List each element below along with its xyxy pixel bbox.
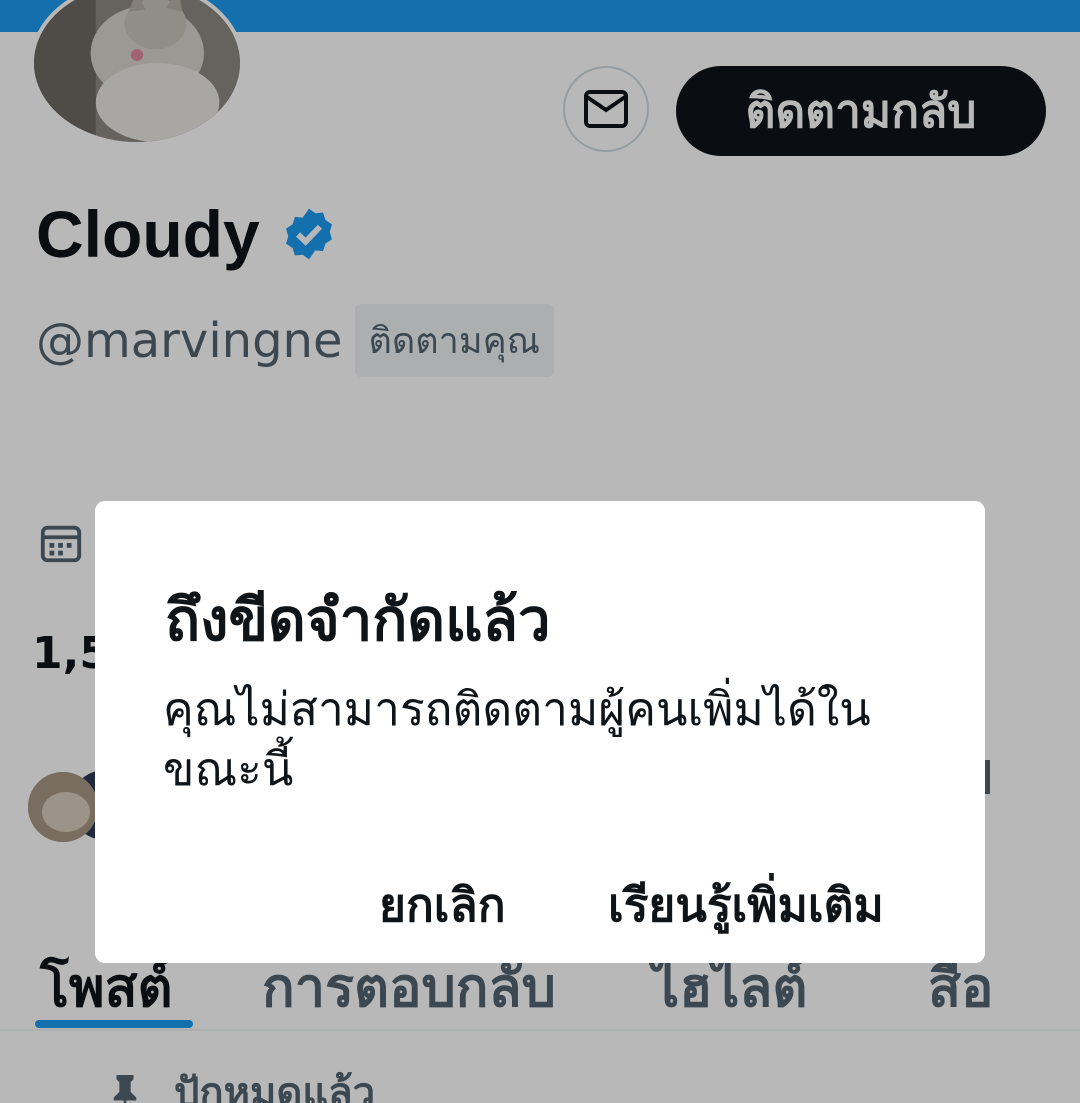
dialog-message: คุณไม่สามารถติดตามผู้คนเพิ่มได้ในขณะนี้ — [163, 682, 871, 796]
dialog-title: ถึงขีดจำกัดแล้ว — [165, 586, 551, 654]
learn-more-button[interactable]: เรียนรู้เพิ่มเติม — [608, 869, 884, 942]
cancel-button[interactable]: ยกเลิก — [379, 869, 506, 942]
limit-reached-dialog: ถึงขีดจำกัดแล้ว คุณไม่สามารถติดตามผู้คนเ… — [95, 501, 985, 963]
